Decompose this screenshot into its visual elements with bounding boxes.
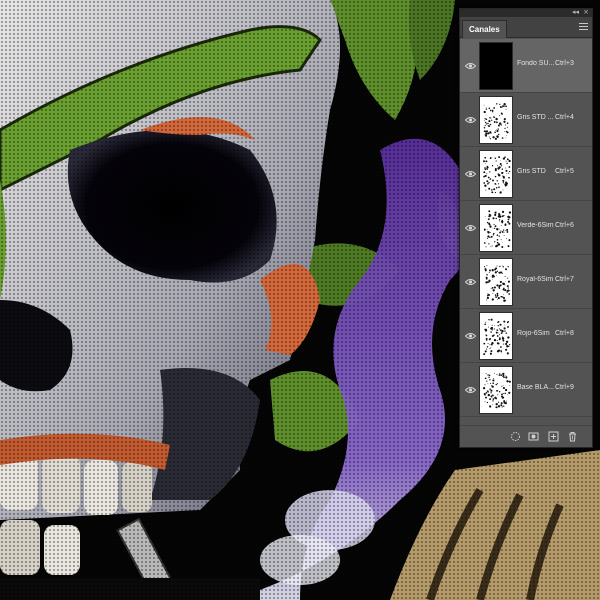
channel-thumbnail bbox=[479, 258, 513, 306]
channel-thumbnail bbox=[479, 96, 513, 144]
channels-panel: ◂◂ × Canales Fondo SU... Ctrl+3 Gris STD… bbox=[459, 8, 593, 448]
channel-list: Fondo SU... Ctrl+3 Gris STD ... Ctrl+4 G… bbox=[460, 39, 592, 417]
channel-row[interactable]: Gris STD ... Ctrl+4 bbox=[460, 93, 592, 147]
panel-footer bbox=[460, 425, 592, 447]
channel-name: Royal-6Sim bbox=[517, 276, 554, 283]
channel-thumbnail bbox=[479, 42, 513, 90]
eye-icon[interactable] bbox=[465, 116, 476, 124]
eye-icon[interactable] bbox=[465, 278, 476, 286]
channel-shortcut: Ctrl+7 bbox=[555, 276, 574, 283]
eye-icon[interactable] bbox=[465, 332, 476, 340]
panel-menu-icon[interactable] bbox=[579, 23, 588, 32]
channel-name: Gris STD ... bbox=[517, 114, 554, 121]
new-channel-icon[interactable] bbox=[548, 431, 559, 442]
channel-thumbnail bbox=[479, 204, 513, 252]
eye-icon[interactable] bbox=[465, 224, 476, 232]
load-selection-icon[interactable] bbox=[510, 431, 521, 442]
channel-thumbnail bbox=[479, 366, 513, 414]
channel-shortcut: Ctrl+4 bbox=[555, 114, 574, 121]
eye-icon[interactable] bbox=[465, 386, 476, 394]
channel-row[interactable]: Fondo SU... Ctrl+3 bbox=[460, 39, 592, 93]
channel-row[interactable]: Rojo-6Sim Ctrl+8 bbox=[460, 309, 592, 363]
channel-name: Gris STD bbox=[517, 168, 546, 175]
tab-channels[interactable]: Canales bbox=[462, 20, 507, 38]
eye-icon[interactable] bbox=[465, 62, 476, 70]
channel-shortcut: Ctrl+9 bbox=[555, 384, 574, 391]
eye-icon[interactable] bbox=[465, 170, 476, 178]
channel-row[interactable]: Gris STD Ctrl+5 bbox=[460, 147, 592, 201]
channel-name: Fondo SU... bbox=[517, 60, 555, 67]
channel-name: Rojo-6Sim bbox=[517, 330, 550, 337]
channel-name: Verde-6Sim bbox=[517, 222, 554, 229]
channel-shortcut: Ctrl+3 bbox=[555, 60, 574, 67]
channel-shortcut: Ctrl+8 bbox=[555, 330, 574, 337]
channel-name: Base BLA... bbox=[517, 384, 554, 391]
collapse-icon[interactable]: ◂◂ bbox=[572, 8, 579, 17]
delete-channel-icon[interactable] bbox=[567, 431, 578, 442]
channel-row[interactable]: Royal-6Sim Ctrl+7 bbox=[460, 255, 592, 309]
channel-thumbnail bbox=[479, 150, 513, 198]
channel-row[interactable]: Base BLA... Ctrl+9 bbox=[460, 363, 592, 417]
panel-title-bar[interactable]: ◂◂ × bbox=[460, 8, 592, 17]
channel-row[interactable]: Verde-6Sim Ctrl+6 bbox=[460, 201, 592, 255]
panel-header: Canales bbox=[460, 17, 592, 38]
channel-shortcut: Ctrl+6 bbox=[555, 222, 574, 229]
channel-shortcut: Ctrl+5 bbox=[555, 168, 574, 175]
close-icon[interactable]: × bbox=[583, 8, 589, 17]
channel-thumbnail bbox=[479, 312, 513, 360]
save-selection-icon[interactable] bbox=[528, 431, 539, 442]
